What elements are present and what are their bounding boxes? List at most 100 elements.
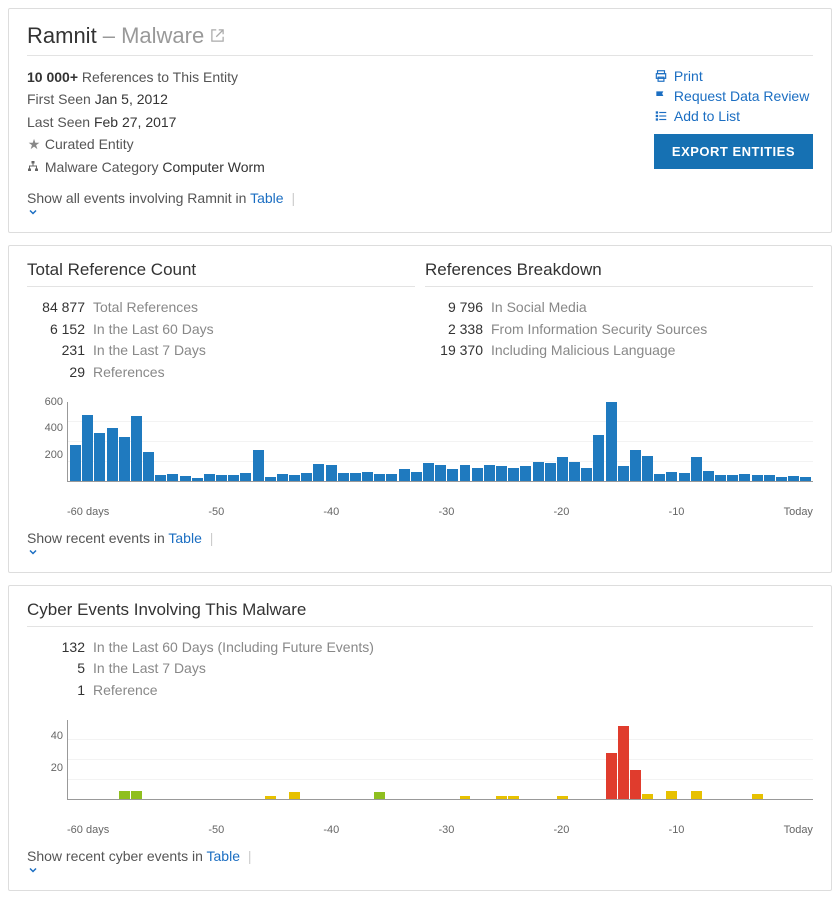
stat-number: 1 [27,680,85,702]
bar [496,796,507,799]
bar [155,475,166,481]
bar [435,465,446,481]
stat-row: 6 152In the Last 60 Days [27,319,415,341]
bar [192,478,203,481]
stat-number: 6 152 [27,319,85,341]
stat-label: Total References [93,297,198,319]
bar [265,477,276,481]
bar [788,476,799,481]
show-events-table-link[interactable]: Table [250,190,283,206]
bar [520,466,531,481]
bar [569,462,580,480]
bar [679,473,690,480]
stat-number: 5 [27,658,85,680]
bar [289,792,300,798]
reference-count-panel: Total Reference Count 84 877 Total Refere… [8,245,832,573]
list-icon [654,109,668,123]
stat-row: 231 In the Last 7 Days [27,340,415,362]
star-icon: ★ [27,133,41,155]
stat-row: 9 796In Social Media [425,297,813,319]
bar [131,416,142,481]
bar [606,402,617,481]
bar [703,471,714,481]
bar [447,469,458,481]
bar [666,472,677,481]
bar [545,463,556,481]
bar [411,472,422,481]
bar [374,792,385,798]
bar [277,474,288,481]
bar [496,466,507,480]
stat-number: 231 [27,340,85,362]
bar [301,473,312,481]
cyber-events-panel: Cyber Events Involving This Malware 132I… [8,585,832,891]
print-link[interactable]: Print [654,66,813,86]
recent-cyber-table-link[interactable]: Table [207,848,240,864]
bar [423,463,434,481]
bar [399,469,410,481]
request-review-link[interactable]: Request Data Review [654,86,813,106]
bar [606,753,617,799]
chevron-down-icon[interactable] [27,546,813,558]
bar [119,791,130,799]
stat-number: 2 338 [425,319,483,341]
bar [228,475,239,480]
chevron-down-icon[interactable] [27,206,813,218]
print-icon [654,69,668,83]
bar [739,474,750,481]
bar [691,791,702,799]
bar [752,475,763,481]
stat-label: From Information Security Sources [491,319,707,341]
bar [253,450,264,480]
bar [460,465,471,481]
stat-label: In the Last 60 Days (Including Future Ev… [93,637,374,659]
stat-label: References [93,362,165,384]
stat-label: In Social Media [491,297,587,319]
bar [484,465,495,481]
stat-row: 19 370Including Malicious Language [425,340,813,362]
bar [289,475,300,480]
bar [460,796,471,799]
bar [82,415,93,481]
stat-number: 84 877 [27,297,85,319]
entity-meta: 10 000+ References to This Entity First … [27,66,265,178]
stat-row: 29References [27,362,415,384]
bar [240,473,251,480]
bar [618,466,629,480]
actions: Print Request Data Review Add to List EX… [654,66,813,178]
export-entities-button[interactable]: EXPORT ENTITIES [654,134,813,169]
sitemap-icon [27,160,41,172]
bar [143,452,154,481]
chevron-down-icon[interactable] [27,864,813,876]
stat-row: 84 877 Total References [27,297,415,319]
bar [593,435,604,481]
stat-row: 1 Reference [27,680,813,702]
bar [167,474,178,481]
bar [557,796,568,799]
stat-label: In the Last 7 Days [93,658,206,680]
show-all-events-line: Show all events involving Ramnit in Tabl… [27,190,813,218]
stat-row: 132In the Last 60 Days (Including Future… [27,637,813,659]
bar [180,476,191,481]
stat-label: Reference [93,680,158,702]
bar [654,474,665,481]
stat-row: 2 338 From Information Security Sources [425,319,813,341]
chart-xaxis: -60 days-50-40-30-20-10Today [67,824,813,836]
entity-type: – Malware [103,23,205,49]
bar [386,474,397,481]
bar [691,457,702,481]
external-link-icon[interactable] [210,28,225,43]
add-to-list-link[interactable]: Add to List [654,106,813,126]
bar [265,796,276,799]
ref-breakdown-stats: 9 796In Social Media2 338 From Informatio… [425,297,813,362]
bar [70,445,81,481]
bar [630,770,641,798]
total-ref-title: Total Reference Count [27,260,415,287]
show-recent-cyber-line: Show recent cyber events in Table | [27,848,813,876]
bar [472,468,483,481]
stat-label: In the Last 7 Days [93,340,206,362]
recent-events-table-link[interactable]: Table [168,530,201,546]
cyber-events-stats: 132In the Last 60 Days (Including Future… [27,637,813,702]
chart-xaxis: -60 days-50-40-30-20-10Today [67,506,813,518]
chart-yaxis: 200400600 [27,402,67,482]
